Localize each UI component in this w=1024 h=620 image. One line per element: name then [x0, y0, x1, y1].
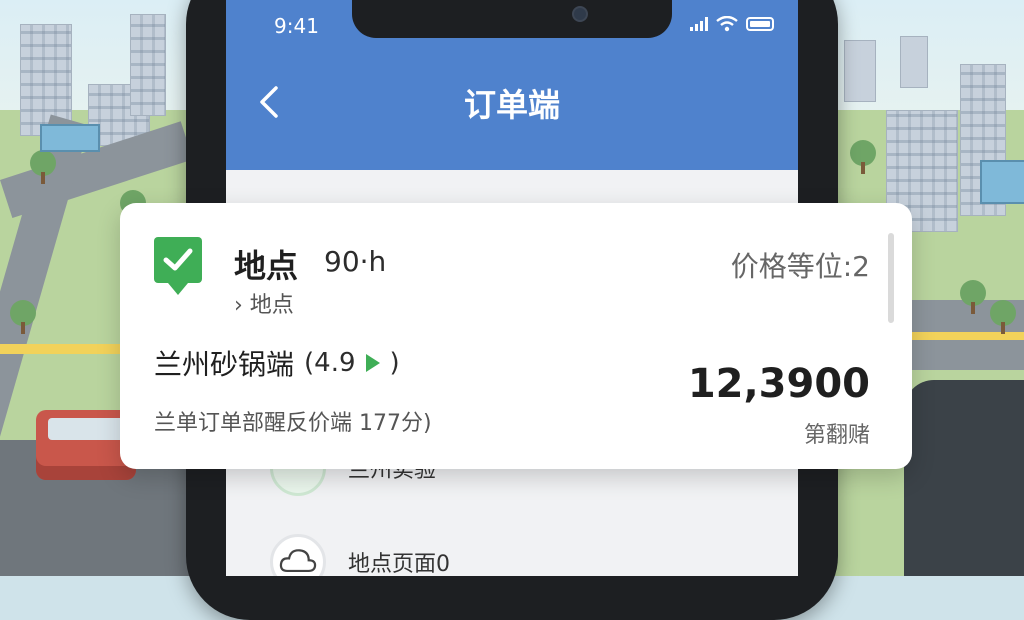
order-amount-label: 第翻赌	[803, 423, 870, 448]
list-item-label: 地点页面0	[348, 552, 450, 576]
place-subtitle-link[interactable]: › 地点	[234, 287, 294, 319]
status-time: 9:41	[274, 14, 319, 38]
location-check-icon	[154, 237, 202, 295]
list-item[interactable]: 地点页面0	[270, 534, 450, 576]
app-title: 订单端	[463, 86, 560, 124]
place-title: 地点	[234, 247, 299, 285]
price-level-label: 价格等位:2	[730, 250, 870, 283]
store-name: 兰州砂锅端	[154, 348, 295, 381]
store-rating-close: )	[389, 348, 400, 378]
road-marking	[912, 332, 1024, 340]
tree	[990, 300, 1016, 334]
road-sign	[40, 124, 100, 152]
building	[900, 36, 928, 88]
order-amount: 12,3900	[687, 361, 870, 407]
play-icon[interactable]	[365, 354, 380, 372]
car-window	[48, 418, 124, 440]
signal-icon	[690, 17, 708, 31]
road-sign	[980, 160, 1024, 204]
store-row[interactable]: 兰州砂锅端 (4.9 )	[154, 343, 400, 383]
battery-icon	[746, 17, 774, 31]
road-marking	[0, 344, 130, 354]
building	[844, 40, 876, 102]
car-dashboard	[904, 380, 1024, 576]
tree	[10, 300, 36, 334]
store-description: 兰单订单部醒反价端 177分)	[154, 411, 432, 436]
tree	[850, 140, 876, 174]
wifi-icon	[716, 16, 738, 32]
phone-notch	[352, 0, 672, 38]
camera-icon	[572, 6, 588, 22]
card-scrollbar[interactable]	[888, 233, 894, 323]
tree	[960, 280, 986, 314]
cloud-icon	[270, 534, 326, 576]
place-card[interactable]: 地点 90·h › 地点 价格等位:2 兰州砂锅端 (4.9 ) 兰单订单部醒反…	[120, 203, 912, 469]
tree	[30, 150, 56, 184]
store-rating: (4.9	[304, 348, 356, 378]
place-hours: 90·h	[324, 245, 387, 278]
building	[130, 14, 166, 116]
status-icons	[690, 16, 774, 32]
